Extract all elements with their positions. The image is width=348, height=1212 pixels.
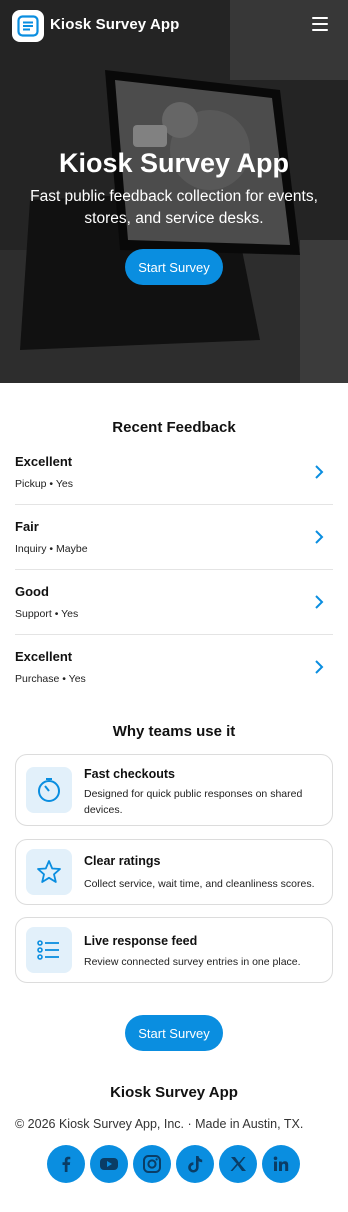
hero-title: Kiosk Survey App [58,148,290,178]
instagram-icon [143,1155,161,1173]
chevron-right-icon [315,595,324,609]
feedback-meta: Support • Yes [15,608,79,620]
app-logo[interactable] [12,10,44,42]
top-bar: Kiosk Survey App [0,0,348,52]
feature-title: Live response feed [84,934,198,948]
hero-section: Kiosk Survey App Kiosk Survey App Fast p… [0,0,348,383]
feature-card: Clear ratings Collect service, wait time… [15,839,333,905]
feedback-meta: Purchase • Yes [15,673,86,685]
feature-description: Designed for quick public responses on s… [84,788,303,816]
survey-form-icon [17,15,39,37]
feedback-rating: Fair [15,519,39,534]
feedback-item[interactable]: Excellent Pickup • Yes [15,444,333,509]
feature-icon-box [26,849,72,895]
footer-brand: Kiosk Survey App [110,1084,238,1101]
brand-name[interactable]: Kiosk Survey App [50,16,179,33]
feature-description: Collect service, wait time, and cleanlin… [84,878,315,890]
divider [15,569,333,570]
divider [15,504,333,505]
tiktok-icon [188,1156,203,1173]
facebook-icon [62,1156,71,1172]
hero-subtitle: Fast public feedback collection for even… [30,188,318,227]
feature-title: Clear ratings [84,854,161,868]
recent-feedback-heading: Recent Feedback [112,419,236,436]
feedback-meta: Pickup • Yes [15,478,73,490]
feedback-rating: Excellent [15,649,73,664]
feedback-item[interactable]: Good Support • Yes [15,574,333,639]
feature-icon-box [26,767,72,813]
footer-copyright: © 2026 Kiosk Survey App, Inc. · Made in … [15,1117,304,1131]
social-links [0,1145,348,1183]
menu-button[interactable] [312,17,328,31]
instagram-link[interactable] [133,1145,171,1183]
feedback-item[interactable]: Fair Inquiry • Maybe [15,509,333,574]
feature-card: Live response feed Review connected surv… [15,917,333,983]
list-icon [37,940,59,960]
tiktok-link[interactable] [176,1145,214,1183]
x-icon [230,1157,246,1171]
why-heading: Why teams use it [112,723,236,740]
feedback-item[interactable]: Excellent Purchase • Yes [15,639,333,704]
facebook-link[interactable] [47,1145,85,1183]
divider [15,634,333,635]
x-link[interactable] [219,1145,257,1183]
feature-icon-box [26,927,72,973]
feature-title: Fast checkouts [84,767,176,781]
linkedin-link[interactable] [262,1145,300,1183]
start-survey-button[interactable]: Start Survey [125,249,223,285]
feedback-rating: Good [15,584,49,599]
start-survey-button-bottom[interactable]: Start Survey [125,1015,223,1051]
chevron-right-icon [315,465,324,479]
youtube-link[interactable] [90,1145,128,1183]
feature-description: Review connected survey entries in one p… [84,956,301,968]
youtube-icon [100,1158,118,1170]
feedback-rating: Excellent [15,454,73,469]
chevron-right-icon [315,530,324,544]
linkedin-icon [273,1156,289,1171]
hamburger-icon [312,17,328,19]
star-icon [37,860,61,883]
timer-icon [38,778,60,802]
chevron-right-icon [315,660,324,674]
feature-card: Fast checkouts Designed for quick public… [15,754,333,826]
feedback-meta: Inquiry • Maybe [15,543,88,555]
